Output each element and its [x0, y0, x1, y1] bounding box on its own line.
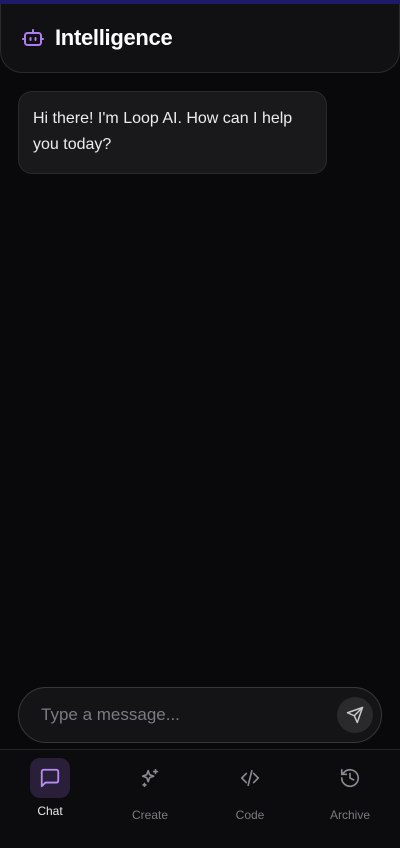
app-title: Intelligence — [55, 25, 173, 50]
history-icon — [339, 767, 361, 789]
nav-label: Create — [131, 808, 169, 822]
chat-icon — [39, 767, 61, 789]
send-icon — [346, 706, 364, 724]
bottom-nav: Chat Create Code Archive — [0, 749, 400, 848]
nav-icon-wrap — [30, 758, 70, 798]
robot-icon — [21, 26, 45, 50]
app-header: Intelligence — [0, 4, 400, 73]
sparkles-icon — [139, 767, 161, 789]
nav-icon-wrap — [230, 758, 270, 798]
code-icon — [239, 767, 261, 789]
nav-item-chat[interactable]: Chat — [0, 750, 100, 848]
nav-label: Archive — [329, 808, 370, 822]
message-input[interactable] — [41, 705, 337, 725]
send-button[interactable] — [337, 697, 373, 733]
nav-item-code[interactable]: Code — [200, 750, 300, 848]
message-text: Hi there! I'm Loop AI. How can I help yo… — [33, 110, 293, 153]
assistant-message: Hi there! I'm Loop AI. How can I help yo… — [18, 91, 327, 174]
nav-icon-wrap — [130, 758, 170, 798]
nav-item-create[interactable]: Create — [100, 750, 200, 848]
nav-item-archive[interactable]: Archive — [300, 750, 400, 848]
nav-label: Code — [235, 808, 265, 822]
message-composer — [18, 687, 382, 743]
nav-icon-wrap — [330, 758, 370, 798]
nav-label: Chat — [37, 804, 63, 818]
app-root: Intelligence Hi there! I'm Loop AI. How … — [0, 0, 400, 848]
